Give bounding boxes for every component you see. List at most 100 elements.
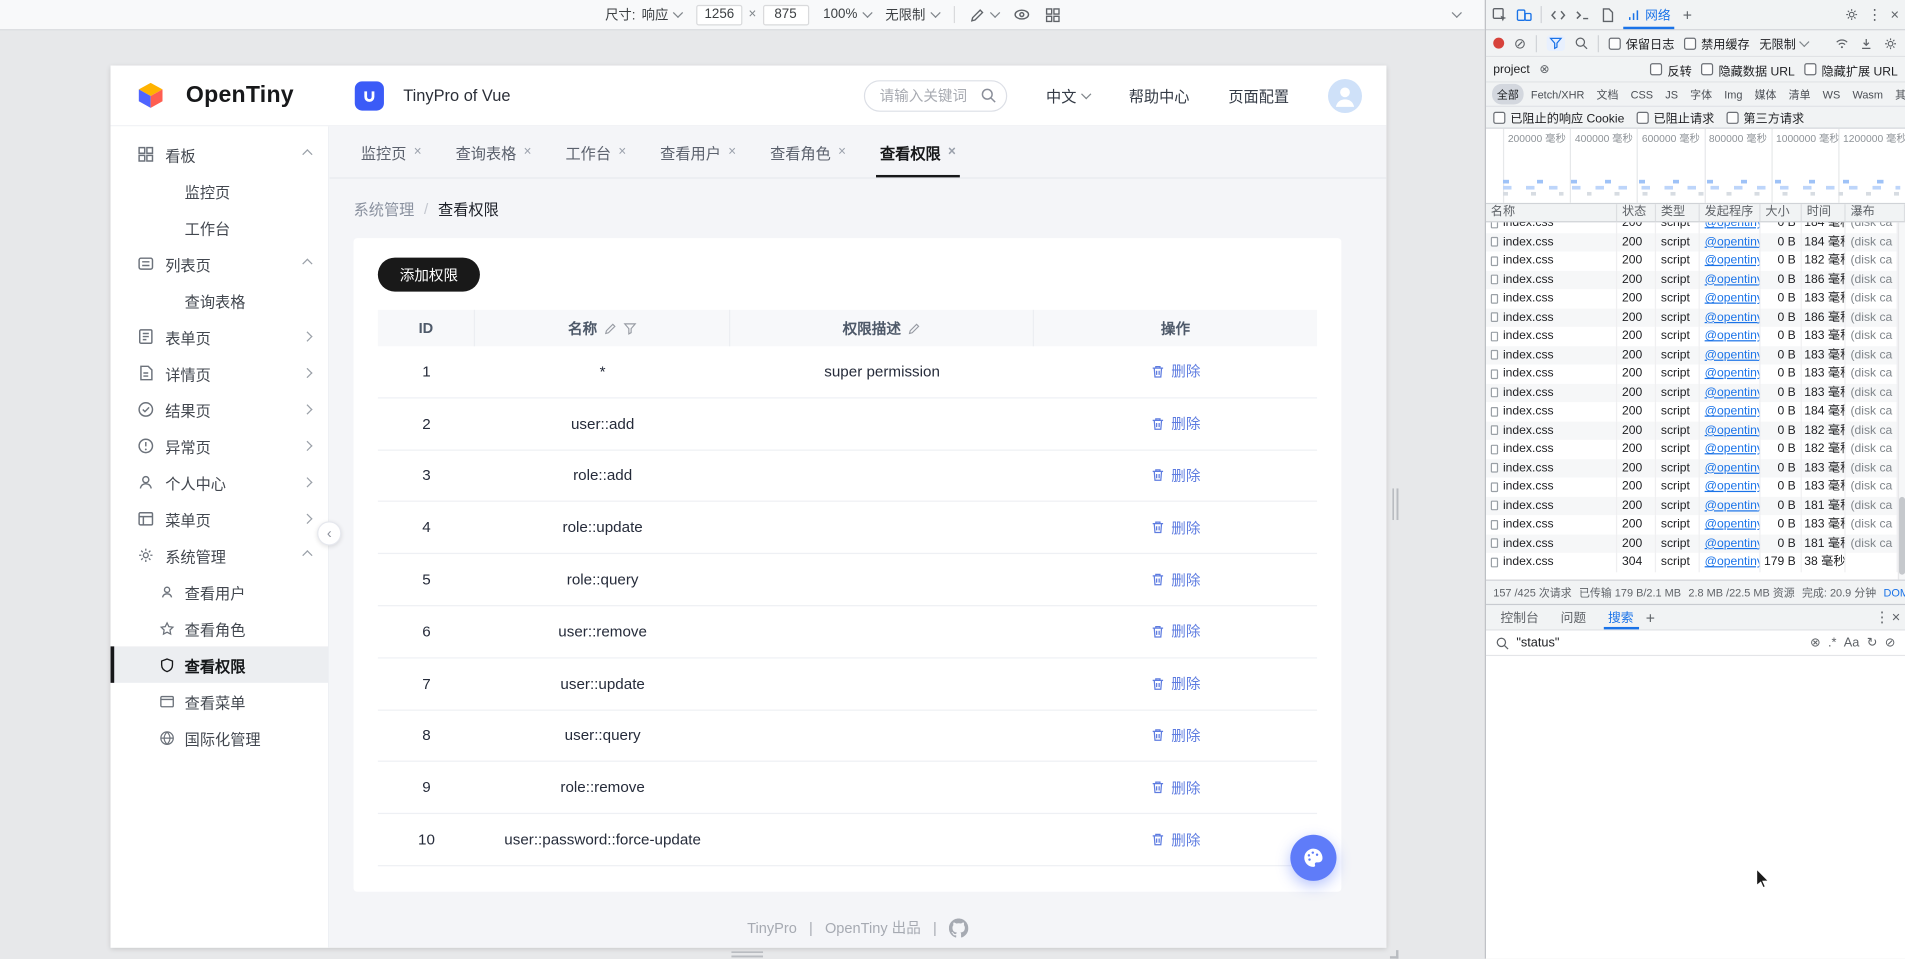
avatar[interactable] — [1328, 78, 1362, 112]
initiator-link[interactable]: @opentiny vue — [1705, 386, 1761, 399]
pen-icon[interactable] — [969, 7, 985, 23]
initiator-link[interactable]: @opentiny vue — [1705, 222, 1761, 229]
invert-checkbox[interactable]: 反转 — [1650, 60, 1691, 78]
sidebar-item-list-page[interactable]: 列表页 — [111, 245, 328, 281]
hide-data-urls-checkbox[interactable]: 隐藏数据 URL — [1701, 60, 1794, 78]
delete-button[interactable]: 删除 — [1034, 606, 1317, 657]
regex-toggle-icon[interactable]: .* — [1828, 636, 1837, 649]
page-tab[interactable]: 查询表格 × — [456, 126, 532, 177]
initiator-link[interactable]: @opentiny vue — [1705, 423, 1761, 436]
drawer-tab[interactable]: 问题 — [1551, 605, 1596, 629]
page-tab[interactable]: 监控页 × — [361, 126, 422, 177]
network-request-row[interactable]: index.css 200 script @opentiny vue 0 B 1… — [1486, 383, 1898, 402]
network-request-row[interactable]: index.css 200 script @opentiny vue 0 B 1… — [1486, 270, 1898, 289]
console-panel-icon[interactable] — [1575, 7, 1591, 23]
sidebar-item-exception-page[interactable]: 异常页 — [111, 428, 328, 464]
initiator-link[interactable]: @opentiny vue — [1705, 499, 1761, 512]
import-har-icon[interactable] — [1859, 36, 1874, 51]
network-conditions-icon[interactable] — [1835, 36, 1850, 51]
network-request-row[interactable]: index.css 200 script @opentiny vue 0 B 1… — [1486, 515, 1898, 534]
initiator-link[interactable]: @opentiny vue — [1705, 405, 1761, 418]
zoom-select[interactable]: 100% — [823, 7, 871, 22]
page-tab[interactable]: 查看用户 × — [660, 126, 736, 177]
search-icon[interactable] — [1575, 36, 1588, 49]
sidebar-item-dashboard[interactable]: 看板 — [111, 136, 328, 172]
network-request-row[interactable]: index.css 304 script @opentiny vue 179 B… — [1486, 553, 1898, 572]
delete-button[interactable]: 删除 — [1034, 710, 1317, 761]
initiator-link[interactable]: @opentiny vue — [1705, 254, 1761, 267]
drawer-search-input[interactable] — [1516, 635, 1802, 650]
viewport-size-mode[interactable]: 尺寸: 响应 — [605, 5, 682, 24]
filter-chip[interactable]: JS — [1660, 86, 1682, 103]
filter-chip[interactable]: 文档 — [1592, 84, 1624, 105]
tab-close-icon[interactable]: × — [948, 145, 956, 160]
initiator-link[interactable]: @opentiny vue — [1705, 235, 1761, 248]
delete-button[interactable]: 删除 — [1034, 814, 1317, 865]
network-request-row[interactable]: index.css 200 script @opentiny vue 0 B 1… — [1486, 459, 1898, 478]
initiator-link[interactable]: @opentiny vue — [1705, 348, 1761, 361]
sidebar-item-form-page[interactable]: 表单页 — [111, 318, 328, 354]
initiator-link[interactable]: @opentiny vue — [1705, 273, 1761, 286]
grid-column-header[interactable]: 时间 — [1802, 204, 1846, 221]
eye-icon[interactable] — [1013, 6, 1030, 23]
initiator-link[interactable]: @opentiny vue — [1705, 329, 1761, 342]
sidebar-item-view-menu[interactable]: 查看菜单 — [111, 683, 328, 719]
filter-chip[interactable]: Fetch/XHR — [1526, 86, 1589, 103]
chevron-down-icon[interactable] — [989, 8, 999, 18]
refresh-icon[interactable]: ↻ — [1867, 636, 1878, 649]
tab-close-icon[interactable]: × — [524, 145, 532, 160]
network-settings-gear-icon[interactable] — [1883, 36, 1898, 51]
drawer-close-icon[interactable]: × — [1892, 610, 1901, 625]
match-case-toggle-icon[interactable]: Aa — [1844, 636, 1860, 649]
network-request-row[interactable]: index.css 200 script @opentiny vue 0 B 1… — [1486, 365, 1898, 384]
github-icon[interactable] — [949, 918, 968, 937]
network-request-row[interactable]: index.css 200 script @opentiny vue 0 B 1… — [1486, 289, 1898, 308]
delete-button[interactable]: 删除 — [1034, 398, 1317, 449]
delete-button[interactable]: 删除 — [1034, 554, 1317, 605]
layout-grid-icon[interactable] — [1044, 7, 1060, 23]
network-request-row[interactable]: index.css 200 script @opentiny vue 0 B 1… — [1486, 327, 1898, 346]
network-request-row[interactable]: index.css 200 script @opentiny vue 0 B 1… — [1486, 308, 1898, 327]
sidebar-item-monitor[interactable]: 监控页 — [111, 173, 328, 209]
tab-close-icon[interactable]: × — [618, 145, 626, 160]
sidebar-item-menu-page[interactable]: 菜单页 — [111, 501, 328, 537]
initiator-link[interactable]: @opentiny vue — [1705, 292, 1761, 305]
drawer-kebab-icon[interactable]: ⋮ — [1875, 610, 1890, 625]
breadcrumb-root[interactable]: 系统管理 — [354, 197, 415, 220]
sidebar-item-view-role[interactable]: 查看角色 — [111, 610, 328, 646]
initiator-link[interactable]: @opentiny vue — [1705, 480, 1761, 493]
record-icon[interactable] — [1493, 38, 1504, 49]
initiator-link[interactable]: @opentiny vue — [1705, 555, 1761, 568]
blocked-filter-checkbox[interactable]: 已阻止请求 — [1636, 108, 1714, 126]
viewport-resize-handle-corner[interactable] — [1390, 950, 1399, 959]
filter-chip[interactable]: CSS — [1626, 86, 1658, 103]
filter-icon[interactable] — [623, 321, 636, 334]
viewport-resize-handle-right[interactable] — [1392, 488, 1398, 520]
language-select[interactable]: 中文 — [1046, 84, 1090, 107]
delete-button[interactable]: 删除 — [1034, 450, 1317, 501]
blocked-filter-checkbox[interactable]: 已阻止的响应 Cookie — [1493, 108, 1624, 126]
clear-input-icon[interactable]: ⊗ — [1810, 636, 1821, 649]
filter-toggle-icon[interactable] — [1547, 35, 1565, 51]
device-toolbar-icon[interactable] — [1516, 7, 1532, 23]
network-request-row[interactable]: index.css 200 script @opentiny vue 0 B 1… — [1486, 440, 1898, 459]
delete-button[interactable]: 删除 — [1034, 502, 1317, 553]
network-request-row[interactable]: index.css 200 script @opentiny vue 0 B 1… — [1486, 421, 1898, 440]
sidebar-collapse-button[interactable]: ‹ — [317, 521, 341, 545]
initiator-link[interactable]: @opentiny vue — [1705, 442, 1761, 455]
sidebar-item-view-user[interactable]: 查看用户 — [111, 573, 328, 609]
page-tab[interactable]: 工作台 × — [565, 126, 626, 177]
filter-chip[interactable]: Wasm — [1848, 86, 1888, 103]
network-request-row[interactable]: index.css 200 script @opentiny vue 0 B 1… — [1486, 252, 1898, 271]
tab-close-icon[interactable]: × — [838, 145, 846, 160]
more-options-chevron[interactable] — [1452, 8, 1462, 18]
initiator-link[interactable]: @opentiny vue — [1705, 367, 1761, 380]
network-request-row[interactable]: index.css 200 script @opentiny vue 0 B 1… — [1486, 477, 1898, 496]
initiator-link[interactable]: @opentiny vue — [1705, 518, 1761, 531]
grid-column-header[interactable]: 大小 — [1761, 204, 1802, 221]
page-tab[interactable]: 查看角色 × — [770, 126, 846, 177]
add-permission-button[interactable]: 添加权限 — [378, 258, 480, 292]
filter-chip[interactable]: 字体 — [1685, 84, 1717, 105]
scrollbar-thumb[interactable] — [1898, 497, 1904, 575]
filter-chip[interactable]: 清单 — [1784, 84, 1816, 105]
